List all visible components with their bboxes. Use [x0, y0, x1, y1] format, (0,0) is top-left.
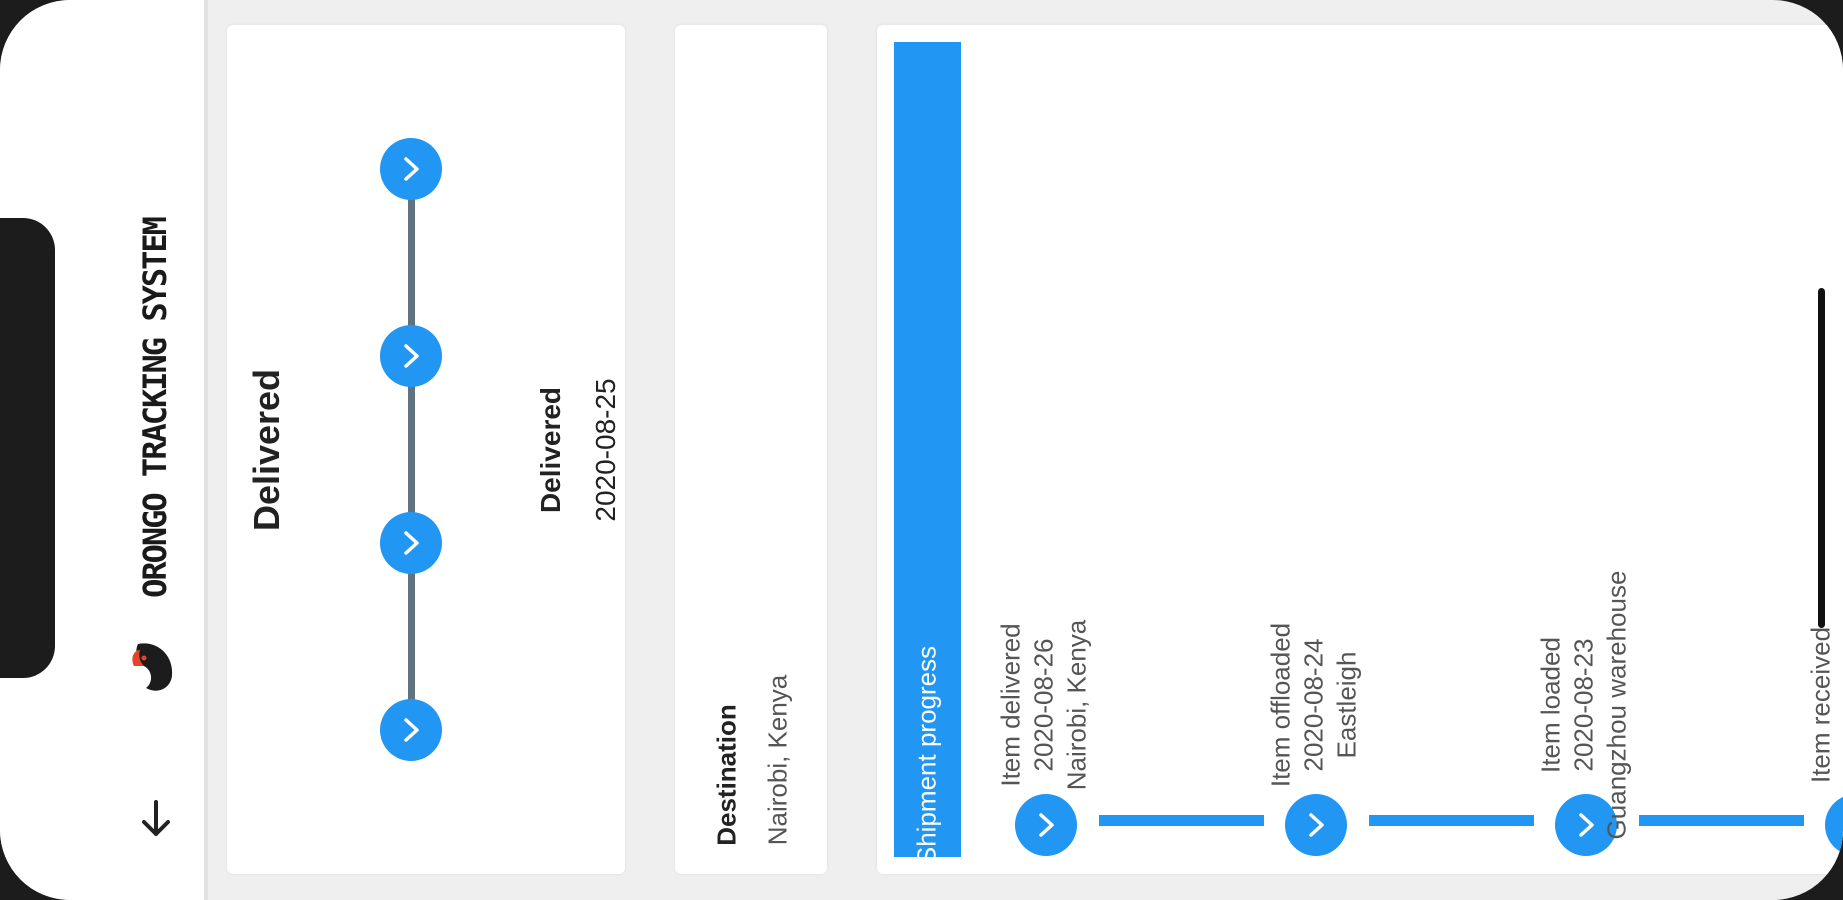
event-marker-1 [1015, 794, 1077, 856]
chevron-right-icon [404, 531, 419, 555]
progress-header: Shipment progress [894, 42, 961, 864]
chevron-right-icon [404, 157, 419, 181]
event-1-date: 2020-08-26 [1028, 638, 1059, 772]
event-3-title: Item loaded [1535, 637, 1566, 773]
event-2-title: Item offloaded [1265, 622, 1296, 788]
app-logo [128, 636, 180, 696]
progress-card: Shipment progress Item delivered 2020-08… [877, 25, 1843, 874]
step-4 [380, 699, 442, 761]
destination-value: Nairobi, Kenya [762, 674, 793, 846]
event-connector-1 [1099, 815, 1264, 826]
chevron-right-icon [404, 344, 419, 368]
step-2 [380, 325, 442, 387]
chevron-right-icon [1309, 813, 1324, 837]
event-2-place: Eastleigh [1331, 651, 1362, 759]
arrow-back-icon [142, 800, 170, 836]
chevron-right-icon [1039, 813, 1054, 837]
phone-screen: ORONGO TRACKING SYSTEM Delivered Deliver… [0, 0, 1843, 900]
app-title: ORONGO TRACKING SYSTEM [136, 218, 174, 598]
step-connector [408, 170, 415, 736]
device-notch [0, 218, 55, 678]
event-marker-4 [1825, 794, 1843, 856]
event-connector-2 [1369, 815, 1534, 826]
bird-logo-icon [132, 643, 173, 691]
chevron-right-icon [404, 718, 419, 742]
step-1 [380, 138, 442, 200]
progress-header-label: Shipment progress [911, 645, 942, 865]
step-3 [380, 512, 442, 574]
event-3-date: 2020-08-23 [1568, 638, 1599, 772]
event-1-place: Nairobi, Kenya [1061, 619, 1092, 791]
event-marker-2 [1285, 794, 1347, 856]
event-1-title: Item delivered [995, 623, 1026, 787]
event-4-title: Item received [1805, 626, 1836, 784]
event-2-date: 2020-08-24 [1298, 638, 1329, 772]
event-connector-3 [1639, 815, 1804, 826]
status-title: Delivered [246, 368, 287, 532]
destination-label: Destination [711, 704, 742, 846]
destination-card: Destination Nairobi, Kenya [675, 25, 827, 874]
current-status-label: Delivered [535, 386, 566, 514]
current-status-date: 2020-08-25 [590, 378, 621, 522]
vertical-scrollbar[interactable] [1818, 288, 1825, 628]
event-3-place: Guangzhou warehouse [1601, 570, 1632, 840]
back-button[interactable] [128, 790, 184, 846]
status-card: Delivered Delivered 2020-08-25 [227, 25, 625, 874]
